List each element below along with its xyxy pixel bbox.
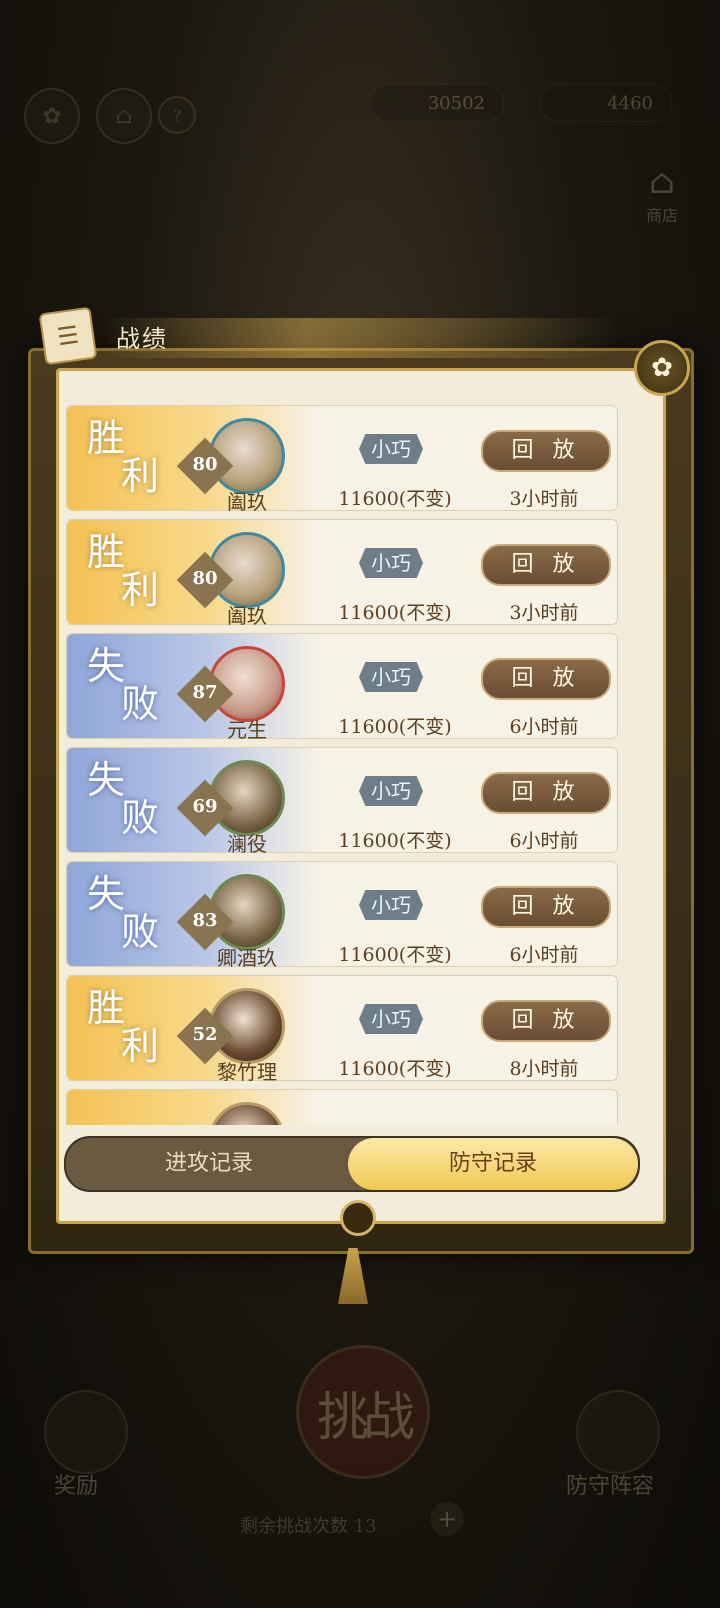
panel-header: ☰ 战绩 [38,306,168,366]
record-row: 失败 69 澜役 小巧 11600(不变) 回 放 6小时前 [66,747,618,856]
opponent-name: 阖玖 [227,490,267,514]
opponent-name: 卿酒玖 [217,946,277,970]
result-label: 胜利 [87,530,160,612]
replay-button[interactable]: 回 放 [481,658,611,700]
record-row: 胜利 80 阖玖 小巧 11600(不变) 回 放 3小时前 [66,519,618,628]
result-label: 胜利 [87,986,160,1068]
score-value: 11600(不变) [338,944,452,966]
formation-tag: 小巧 [359,548,423,578]
formation-tag: 小巧 [359,662,423,692]
tab-attack-records[interactable]: 进攻记录 [66,1138,352,1190]
defense-lineup-label: 防守阵容 [566,1474,655,1499]
opponent-name: 元生 [227,718,267,742]
record-time: 6小时前 [509,944,579,966]
opponent-name: 黎竹理 [217,1060,277,1084]
record-row [66,1089,618,1125]
panel-title: 战绩 [116,324,168,353]
level-value: 69 [192,796,218,817]
formation-tag: 小巧 [359,434,423,464]
help-icon: ? [158,96,196,134]
title-ribbon [100,318,620,358]
reward-icon [44,1390,128,1474]
result-label: 失败 [87,872,160,954]
result-label: 失败 [87,758,160,840]
replay-button[interactable]: 回 放 [481,544,611,586]
result-label: 失败 [87,644,160,726]
score-value: 11600(不变) [338,488,452,510]
formation-tag: 小巧 [359,1004,423,1034]
currency-1: 30502 [370,84,504,122]
replay-button[interactable]: 回 放 [481,1000,611,1042]
replay-button[interactable]: 回 放 [481,772,611,814]
score-value: 11600(不变) [338,830,452,852]
currency-2: 4460 [540,84,672,122]
challenge-count: 剩余挑战次数 13 [240,1516,377,1537]
record-time: 6小时前 [509,716,579,738]
record-row: 胜利 52 黎竹理 小巧 11600(不变) 回 放 8小时前 [66,975,618,1084]
temple-icon: ⌂ [96,88,152,144]
scroll-icon: ☰ [38,306,98,366]
score-value: 11600(不变) [338,1058,452,1080]
record-time: 3小时前 [509,602,579,624]
replay-button[interactable]: 回 放 [481,886,611,928]
level-value: 52 [192,1024,218,1045]
level-value: 80 [192,454,218,475]
tab-defense-records[interactable]: 防守记录 [348,1138,638,1190]
reward-label: 奖励 [54,1474,99,1499]
record-tabs: 进攻记录 防守记录 [64,1136,640,1192]
defense-lineup-icon [576,1390,660,1474]
record-list[interactable]: 胜利 80 阖玖 小巧 11600(不变) 回 放 3小时前 胜利 80 阖玖 … [66,405,618,1125]
record-row: 失败 87 元生 小巧 11600(不变) 回 放 6小时前 [66,633,618,742]
close-button[interactable]: ✿ [634,340,690,396]
flower-knot-icon [340,1200,376,1236]
opponent-name: 澜役 [227,832,267,856]
formation-tag: 小巧 [359,890,423,920]
opponent-name: 阖玖 [227,604,267,628]
level-value: 87 [192,682,218,703]
add-count-button: + [430,1502,464,1536]
record-time: 8小时前 [509,1058,579,1080]
settings-icon: ✿ [24,88,80,144]
score-value: 11600(不变) [338,602,452,624]
close-icon: ✿ [651,353,673,383]
challenge-button: 挑战 [296,1345,430,1479]
level-value: 80 [192,568,218,589]
shop-button: ⌂ 商店 [645,162,678,225]
result-label: 胜利 [87,416,160,498]
record-time: 6小时前 [509,830,579,852]
record-row: 失败 83 卿酒玖 小巧 11600(不变) 回 放 6小时前 [66,861,618,970]
formation-tag: 小巧 [359,776,423,806]
replay-button[interactable]: 回 放 [481,430,611,472]
record-time: 3小时前 [509,488,579,510]
score-value: 11600(不变) [338,716,452,738]
record-row: 胜利 80 阖玖 小巧 11600(不变) 回 放 3小时前 [66,405,618,514]
level-value: 83 [192,910,218,931]
